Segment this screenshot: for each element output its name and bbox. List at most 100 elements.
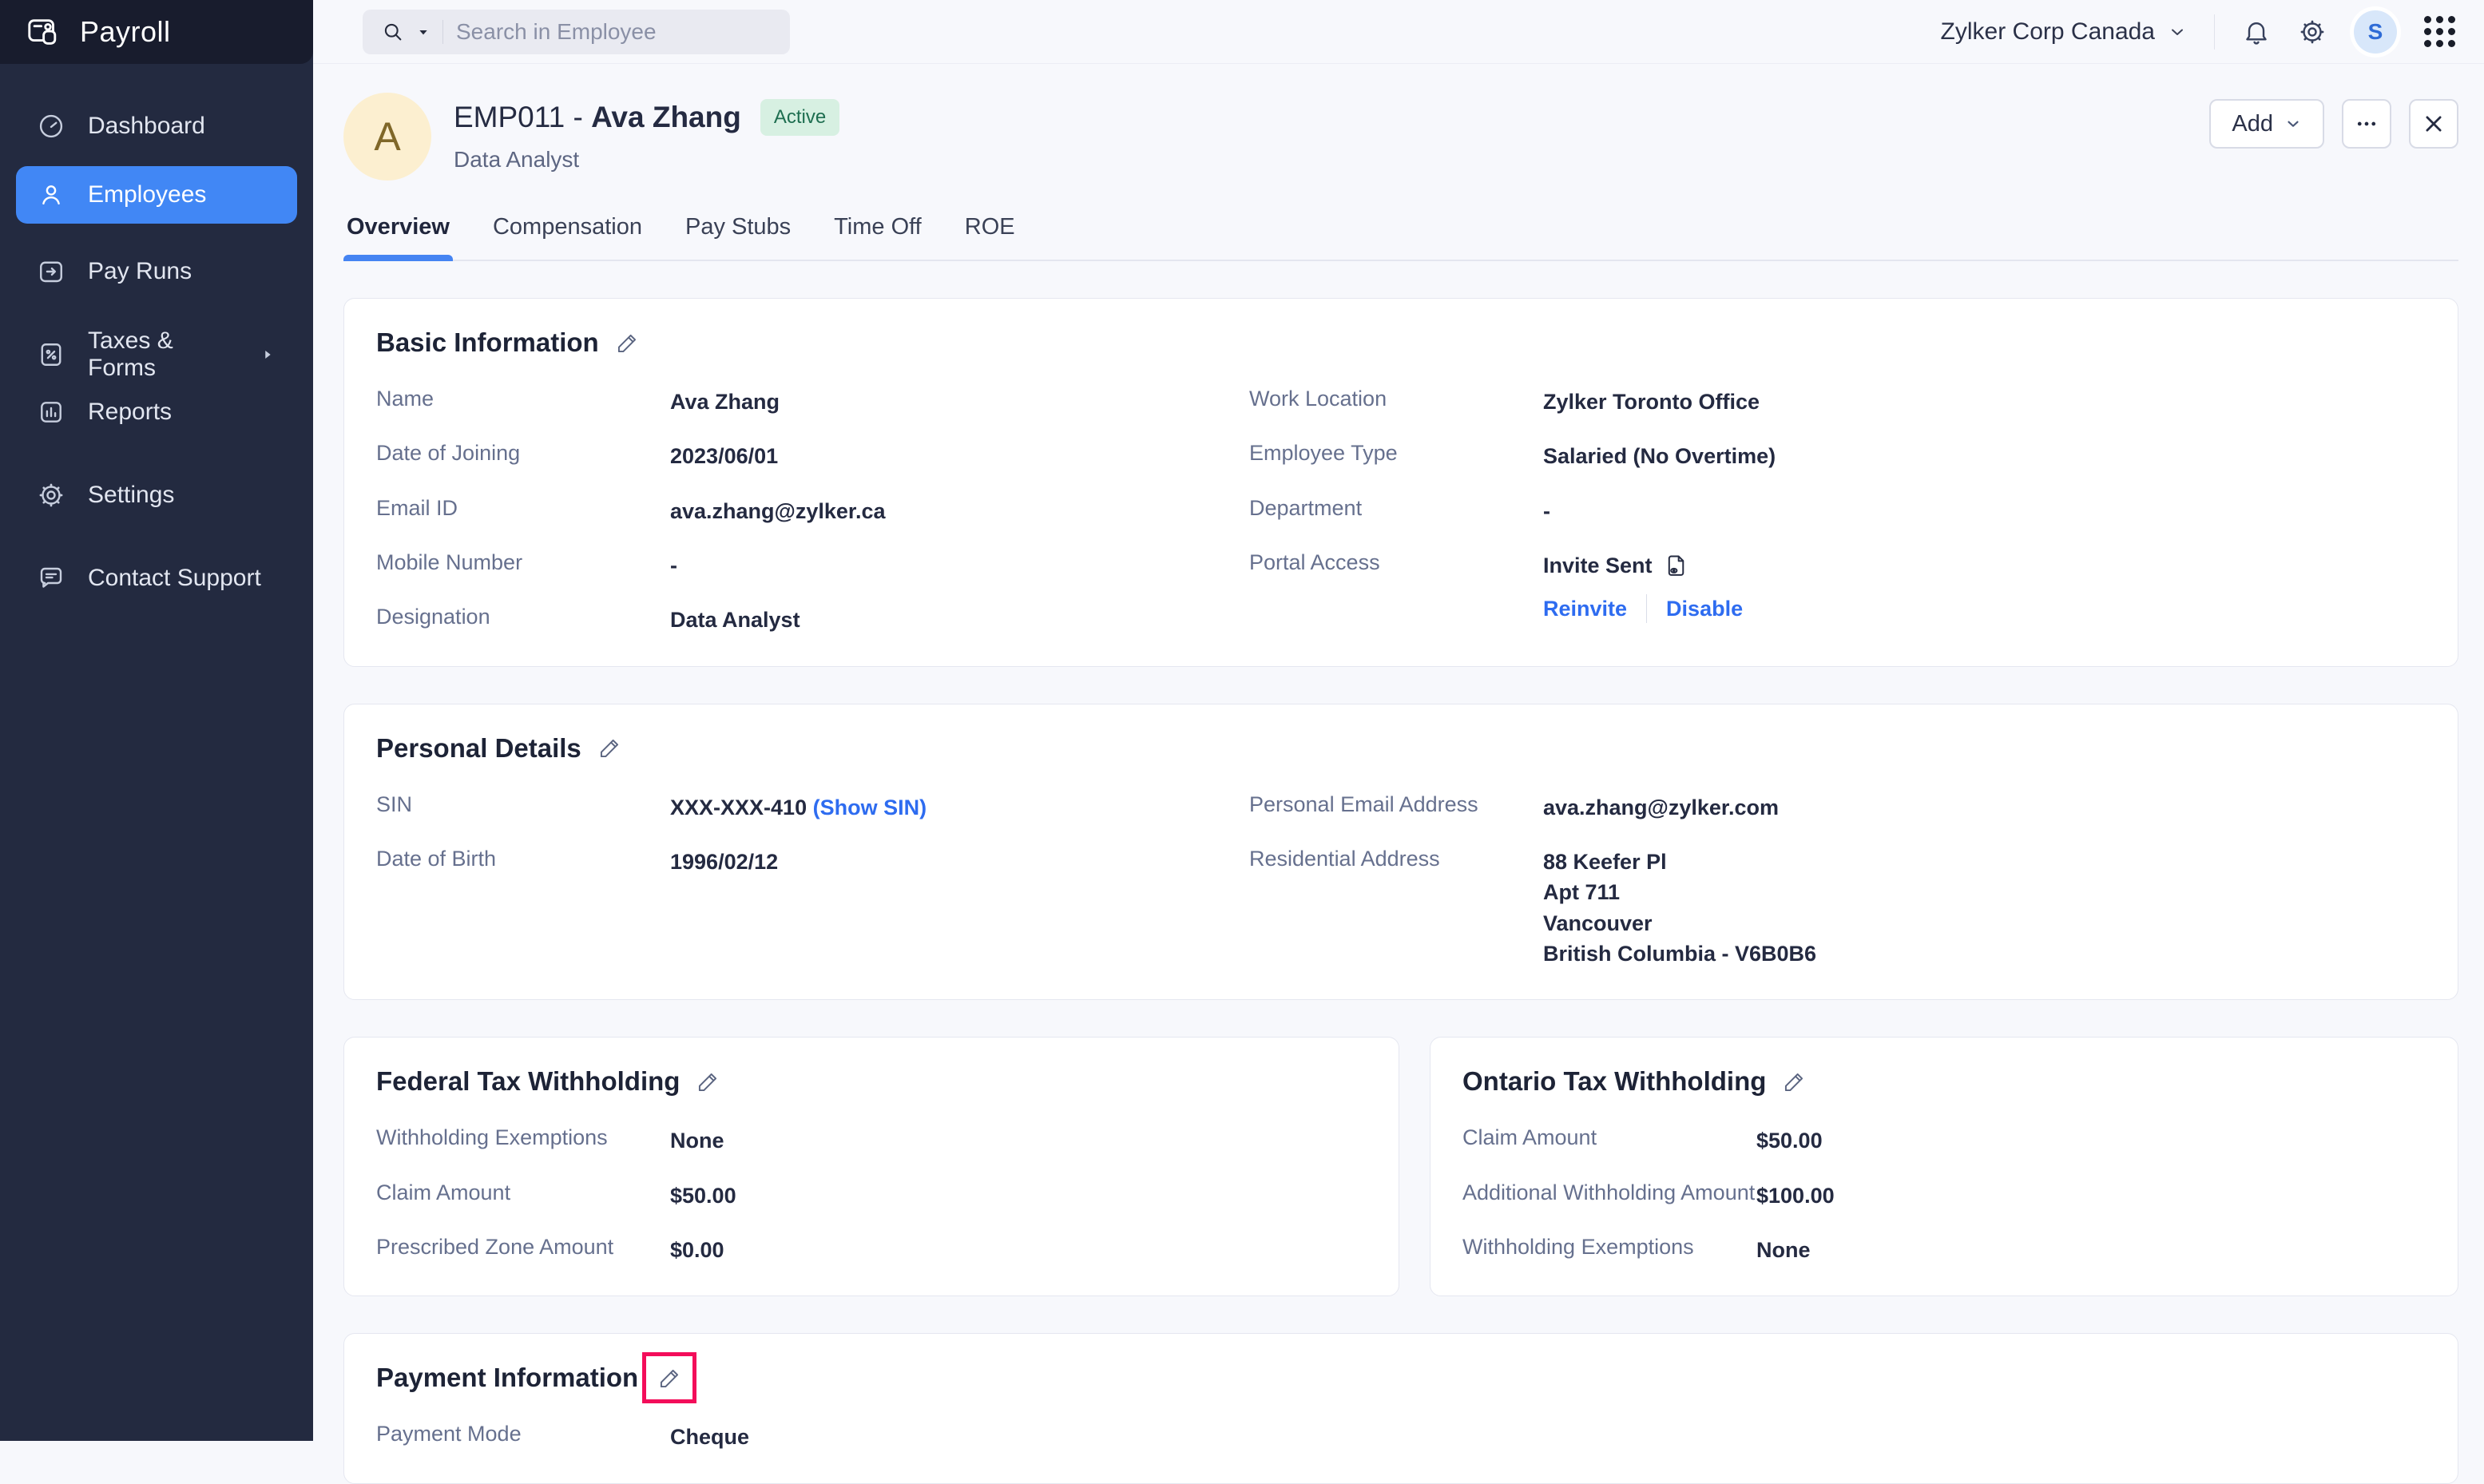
info-row: Mobile Number -: [376, 550, 1249, 581]
chevron-down-icon: [2284, 115, 2302, 133]
edit-federal-tax-button[interactable]: [696, 1069, 720, 1094]
divider: [2214, 14, 2215, 50]
sidebar-item-label: Employees: [88, 181, 207, 208]
federal-tax-card: Federal Tax Withholding Withholding Exem…: [343, 1037, 1399, 1297]
basic-info-left-column: Name Ava Zhang Date of Joining 2023/06/0…: [376, 387, 1249, 636]
user-avatar[interactable]: S: [2354, 10, 2397, 54]
settings-gear-icon[interactable]: [2298, 18, 2327, 46]
row-label: Date of Joining: [376, 441, 521, 466]
portal-access-value: Invite Sent Reinvite Disable: [1543, 550, 1743, 625]
invite-sent-document-icon[interactable]: [1664, 553, 1689, 578]
apps-grid-icon[interactable]: [2424, 16, 2455, 47]
tab-pay-stubs[interactable]: Pay Stubs: [682, 214, 794, 260]
add-button[interactable]: Add: [2209, 99, 2324, 149]
sidebar-item-pay-runs[interactable]: Pay Runs: [16, 243, 297, 300]
sidebar-item-settings[interactable]: Settings: [16, 466, 297, 524]
sidebar-item-label: Taxes & Forms: [88, 327, 173, 381]
sidebar-item-contact-support[interactable]: Contact Support: [16, 550, 297, 607]
row-value: 2023/06/01: [670, 444, 779, 469]
header-actions: Add: [2209, 99, 2458, 149]
app-title: Payroll: [80, 15, 171, 48]
row-value: None: [1756, 1237, 1811, 1262]
divider: [1646, 594, 1648, 624]
app-logo: Payroll: [0, 0, 313, 64]
address-line: 88 Keefer Pl: [1543, 849, 1667, 874]
contact-support-icon: [37, 564, 65, 593]
org-name: Zylker Corp Canada: [1940, 18, 2155, 45]
portal-access-status: Invite Sent: [1543, 553, 1653, 577]
row-value: -: [670, 553, 677, 577]
sidebar-item-dashboard[interactable]: Dashboard: [16, 97, 297, 155]
tab-roe[interactable]: ROE: [962, 214, 1018, 260]
status-badge: Active: [760, 99, 840, 136]
sidebar-item-taxes-forms[interactable]: Taxes & Forms: [16, 326, 297, 383]
employee-designation: Data Analyst: [454, 147, 580, 172]
row-value: ava.zhang@zylker.com: [1543, 795, 1779, 819]
edit-personal-details-button[interactable]: [597, 736, 622, 760]
employee-tabs: Overview Compensation Pay Stubs Time Off…: [343, 214, 2458, 261]
row-label: Claim Amount: [1462, 1125, 1597, 1150]
personal-details-left-column: SIN XXX-XXX-410 (Show SIN) Date of Birth…: [376, 792, 1249, 878]
row-label: Personal Email Address: [1249, 792, 1478, 816]
tab-overview[interactable]: Overview: [343, 214, 453, 261]
search-placeholder: Search in Employee: [456, 18, 657, 44]
info-row: Additional Withholding Amount $100.00: [1462, 1180, 2426, 1211]
employee-header: A EMP011 - Ava Zhang Active Data Analyst…: [343, 93, 2458, 181]
card-title: Payment Information: [376, 1363, 639, 1393]
disable-link[interactable]: Disable: [1666, 593, 1743, 624]
sidebar-item-reports[interactable]: Reports: [16, 383, 297, 441]
tab-time-off[interactable]: Time Off: [831, 214, 925, 260]
reports-icon: [37, 398, 65, 427]
sidebar-item-label: Pay Runs: [88, 258, 192, 284]
info-row: Payment Mode Cheque: [376, 1422, 2426, 1452]
info-row: Email ID ava.zhang@zylker.ca: [376, 496, 1249, 526]
sidebar: Payroll Dashboard Employees Pay Runs Tax…: [0, 0, 313, 1441]
row-value: Ava Zhang: [670, 390, 780, 414]
address-line: British Columbia - V6B0B6: [1543, 941, 1817, 966]
page-title: EMP011 - Ava Zhang: [454, 101, 741, 134]
row-label: Name: [376, 387, 435, 411]
address-line: Vancouver: [1543, 911, 1653, 935]
portal-access-row: Portal Access Invite Sent Reinvite Disab…: [1249, 550, 2426, 625]
row-value: Data Analyst: [670, 608, 800, 633]
close-button[interactable]: [2409, 99, 2458, 149]
edit-payment-information-button[interactable]: [657, 1366, 682, 1391]
row-label: Department: [1249, 495, 1363, 520]
basic-info-right-column: Work Location Zylker Toronto Office Empl…: [1249, 387, 2426, 625]
tab-compensation[interactable]: Compensation: [490, 214, 645, 260]
row-value: -: [1543, 498, 1550, 523]
basic-information-card: Basic Information Name Ava Zhang Date of…: [343, 298, 2458, 667]
show-sin-link[interactable]: (Show SIN): [813, 796, 927, 819]
add-button-label: Add: [2232, 110, 2273, 137]
row-label: Claim Amount: [376, 1180, 511, 1204]
notifications-bell-icon[interactable]: [2242, 18, 2271, 46]
settings-gear-icon: [37, 481, 65, 510]
taxes-forms-icon: [37, 340, 65, 369]
more-options-button[interactable]: [2342, 99, 2391, 149]
info-row: Designation Data Analyst: [376, 605, 1249, 635]
card-title: Basic Information: [376, 327, 599, 357]
search-input[interactable]: Search in Employee: [363, 9, 790, 54]
row-value: ava.zhang@zylker.ca: [670, 498, 886, 523]
address-line: Apt 711: [1543, 880, 1621, 905]
sin-value: XXX-XXX-410 (Show SIN): [670, 792, 927, 823]
info-row: Personal Email Address ava.zhang@zylker.…: [1249, 792, 2426, 823]
info-row: Date of Birth 1996/02/12: [376, 847, 1249, 877]
row-value: $100.00: [1756, 1183, 1835, 1208]
row-label: Mobile Number: [376, 550, 523, 574]
edit-basic-information-button[interactable]: [615, 331, 640, 355]
info-row: Department -: [1249, 496, 2426, 526]
employee-info: EMP011 - Ava Zhang Active Data Analyst: [454, 93, 840, 173]
edit-ontario-tax-button[interactable]: [1782, 1069, 1807, 1094]
info-row: Claim Amount $50.00: [376, 1180, 1367, 1211]
sidebar-item-employees[interactable]: Employees: [16, 166, 297, 224]
divider: [442, 19, 443, 44]
row-label: Designation: [376, 605, 490, 629]
row-label: Work Location: [1249, 387, 1387, 411]
row-label: Prescribed Zone Amount: [376, 1234, 614, 1259]
employee-name: Ava Zhang: [591, 101, 741, 133]
dashboard-icon: [37, 112, 65, 141]
row-label: Withholding Exemptions: [1462, 1234, 1694, 1259]
reinvite-link[interactable]: Reinvite: [1543, 593, 1627, 624]
org-switcher[interactable]: Zylker Corp Canada: [1941, 18, 2187, 46]
